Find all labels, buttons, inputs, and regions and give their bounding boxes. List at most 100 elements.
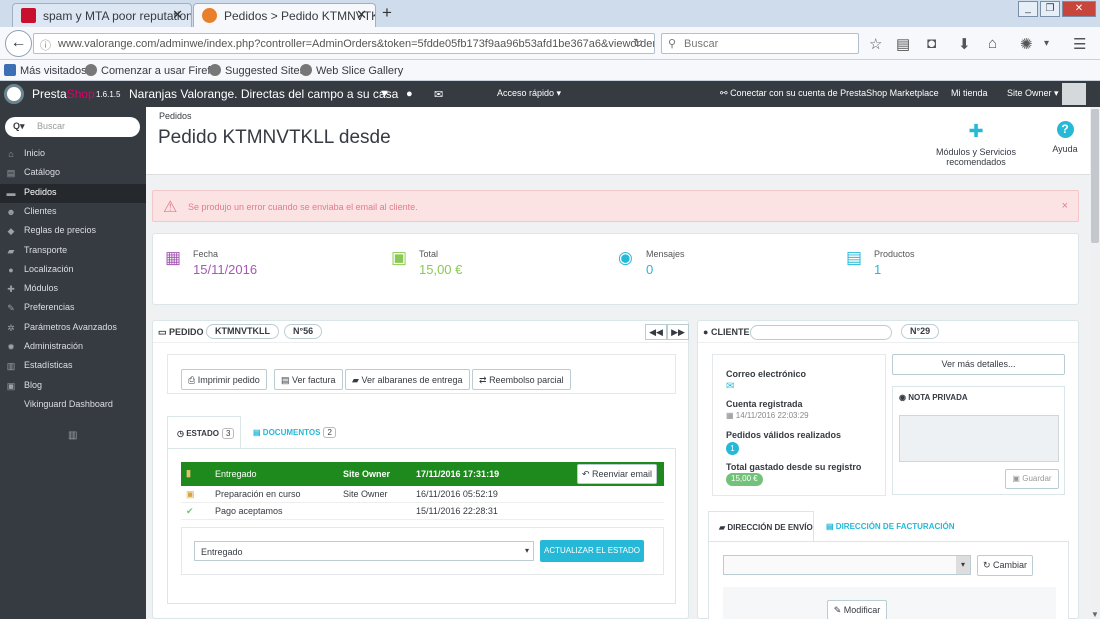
tab-billing-address[interactable]: ▤ DIRECCIÓN DE FACTURACIÓN (824, 511, 954, 541)
browser-tab-spam[interactable]: spam y MTA poor reputation ✕ (12, 3, 192, 27)
maximize-icon[interactable]: ❐ (1040, 1, 1060, 17)
minimize-icon[interactable]: _ (1018, 1, 1038, 17)
my-shop-link[interactable]: Mi tienda (951, 88, 988, 98)
book-icon: ▤ (846, 248, 863, 267)
addon-icon[interactable]: ✺ (1020, 35, 1033, 53)
sidebar-item[interactable]: ▥ Estadísticas (0, 357, 146, 376)
reload-icon[interactable]: ↻ (633, 36, 643, 50)
previous-order-icon[interactable]: ◀◀ (645, 324, 667, 340)
address-select[interactable]: ▾ (723, 555, 971, 575)
tab-documents[interactable]: ▤ DOCUMENTOS 2 (251, 416, 341, 448)
calendar-icon: ▦ (165, 248, 182, 267)
status-history-row: ✔ Pago aceptamos 15/11/2016 22:28:31 (181, 503, 664, 520)
kpi-mensajes: ◉ Mensajes 0 (618, 246, 828, 292)
page-scrollbar[interactable]: ▼ (1090, 107, 1100, 619)
sidebar-item[interactable]: Vikinguard Dashboard (0, 396, 146, 415)
back-icon[interactable]: ← (5, 30, 32, 57)
browser-search-input[interactable]: ⚲ Buscar (661, 33, 859, 54)
change-address-button[interactable]: ↻ Cambiar (977, 555, 1033, 576)
sidebar-item[interactable]: ✚ Módulos (0, 280, 146, 299)
puzzle-icon: ✚ (7, 284, 15, 295)
view-invoice-button[interactable]: ▤ Ver factura (274, 369, 343, 390)
bookmark-item[interactable]: Comenzar a usar Firef... (85, 64, 220, 77)
close-alert-icon[interactable]: × (1062, 200, 1068, 212)
prestashop-favicon-icon (202, 8, 217, 23)
sidebar-item[interactable]: ✲ Parámetros Avanzados (0, 319, 146, 338)
tab-shipping-address[interactable]: ▰ DIRECCIÓN DE ENVÍO (708, 511, 814, 541)
sidebar-item[interactable]: ● Localización (0, 261, 146, 280)
marketplace-link[interactable]: ⚯ Conectar con su cuenta de PrestaShop M… (720, 88, 939, 99)
close-tab-icon[interactable]: ✕ (356, 7, 367, 23)
truck-icon: ▰ (7, 245, 15, 256)
hamburger-menu-icon[interactable]: ☰ (1073, 35, 1086, 53)
employee-menu[interactable]: Site Owner ▾ (1007, 88, 1059, 99)
sidebar-item[interactable]: ▣ Blog (0, 377, 146, 396)
help-button[interactable]: ? Ayuda (1049, 121, 1081, 154)
sidebar-item[interactable]: ✹ Administración (0, 338, 146, 357)
envelope-icon[interactable]: ✉ (434, 88, 443, 101)
cart-icon[interactable]: ▼ (379, 88, 390, 100)
browser-tab-pedidos[interactable]: Pedidos > Pedido KTMNVTKLL... ✕ (193, 3, 376, 27)
sidebar-item[interactable]: ▬ Pedidos (0, 183, 146, 203)
addon-menu-chevron-icon[interactable]: ▾ (1044, 38, 1049, 49)
scrollbar-thumb[interactable] (1091, 109, 1099, 243)
tab-status-label: ◷ ESTADO 3 (177, 428, 235, 439)
window-controls: _ ❐ ✕ (1018, 1, 1096, 17)
url-bar[interactable]: ⓘ www.valorange.com/adminwe/index.php?co… (33, 33, 655, 54)
sidebar-item-label: Vikinguard Dashboard (24, 398, 113, 409)
bookmark-label: Suggested Sites (225, 65, 306, 77)
print-icon: ⎙ (188, 375, 196, 385)
user-icon[interactable]: ● (406, 88, 413, 100)
status-select[interactable]: Entregado ▾ (194, 541, 534, 561)
collapse-sidebar-icon[interactable]: ▥ (68, 430, 77, 441)
sidebar-item[interactable]: ▤ Catálogo (0, 164, 146, 183)
reading-list-icon[interactable]: ▤ (896, 35, 910, 53)
bookmark-item[interactable]: Más visitados (4, 64, 87, 77)
tab-shipping-label: ▰ DIRECCIÓN DE ENVÍO (719, 523, 813, 532)
bookmark-item[interactable]: Suggested Sites (209, 64, 305, 77)
home-icon[interactable]: ⌂ (988, 35, 997, 52)
avatar[interactable] (1062, 83, 1086, 105)
close-window-icon[interactable]: ✕ (1062, 1, 1096, 17)
sidebar-item[interactable]: ▰ Transporte (0, 242, 146, 261)
recommended-modules-button[interactable]: ✚ Módulos y Servicios recomendados (906, 121, 1046, 167)
shop-name[interactable]: Naranjas Valorange. Directas del campo a… (129, 87, 398, 101)
sidebar-item[interactable]: ✎ Preferencias (0, 299, 146, 318)
next-order-icon[interactable]: ▶▶ (667, 324, 689, 340)
private-note-textarea[interactable] (899, 415, 1059, 462)
private-note-panel: ◉ NOTA PRIVADA ▣ Guardar (892, 386, 1065, 495)
sidebar-item[interactable]: ◆ Reglas de precios (0, 222, 146, 241)
breadcrumb[interactable]: Pedidos (159, 111, 192, 121)
kpi-total: ▣ Total 15,00 € (391, 246, 601, 292)
bookmark-item[interactable]: Web Slice Gallery (300, 64, 403, 77)
scroll-down-icon[interactable]: ▼ (1091, 610, 1099, 619)
sidebar-item[interactable]: ⌂ Inicio (0, 145, 146, 164)
new-tab-icon[interactable]: + (382, 3, 392, 23)
print-order-button[interactable]: ⎙ Imprimir pedido (181, 369, 267, 390)
bookmark-star-icon[interactable]: ☆ (869, 35, 882, 53)
update-status-button[interactable]: ACTUALIZAR EL ESTADO (540, 540, 644, 562)
address-tab-content: ▾ ↻ Cambiar ✎ Modificar (708, 541, 1069, 619)
pocket-icon[interactable]: ◘ (927, 35, 936, 52)
download-icon[interactable]: ⬇ (958, 35, 971, 53)
sidebar-item-label: Blog (24, 379, 43, 390)
partial-refund-button[interactable]: ⇄ Reembolso parcial (472, 369, 571, 390)
button-label: Ver factura (292, 375, 336, 385)
button-label: Imprimir pedido (197, 375, 260, 385)
history-date: 16/11/2016 05:52:19 (416, 489, 498, 499)
info-icon[interactable]: ⓘ (40, 37, 51, 53)
valid-orders-label: Pedidos válidos realizados (726, 430, 842, 440)
modify-address-button[interactable]: ✎ Modificar (827, 600, 887, 619)
view-details-button[interactable]: Ver más detalles... (892, 354, 1065, 375)
sidebar-item-label: Catálogo (24, 167, 61, 178)
envelope-icon[interactable]: ✉ (726, 381, 734, 392)
tab-status[interactable]: ◷ ESTADO 3 (167, 416, 241, 448)
view-delivery-slips-button[interactable]: ▰ Ver albaranes de entrega (345, 369, 470, 390)
resend-email-button[interactable]: ↶ Reenviar email (577, 464, 657, 484)
save-icon: ▣ (1012, 474, 1020, 483)
quick-access-menu[interactable]: Acceso rápido ▾ (497, 88, 561, 99)
close-tab-icon[interactable]: ✕ (172, 7, 183, 23)
sidebar-search-input[interactable]: Q▾ Buscar (5, 117, 140, 137)
sidebar-item[interactable]: ☻ Clientes (0, 203, 146, 222)
save-note-button[interactable]: ▣ Guardar (1005, 469, 1059, 489)
